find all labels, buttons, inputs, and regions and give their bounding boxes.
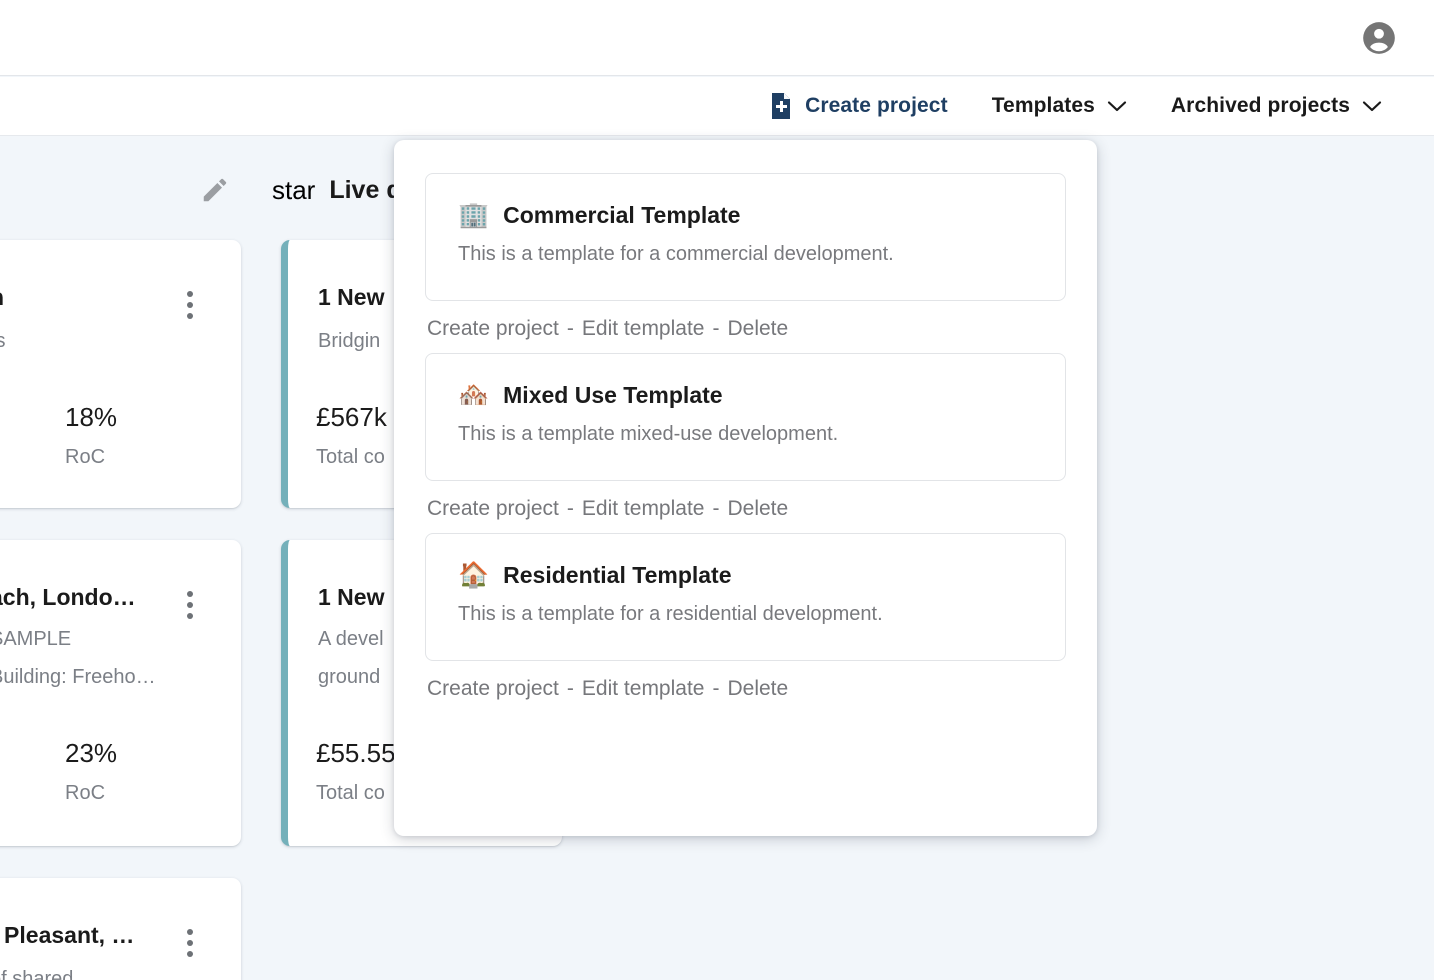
pencil-icon[interactable] [200, 175, 242, 205]
template-header: 🏘️ Mixed Use Template [458, 382, 1033, 409]
create-project-button[interactable]: Create project [747, 77, 970, 136]
card-kpi-label: RoC [65, 782, 106, 804]
card-kpi-value: 23% [65, 738, 118, 768]
chevron-down-icon [1107, 100, 1127, 113]
template-description: This is a template mixed-use development… [458, 423, 839, 445]
board-column-header-a: e [0, 159, 242, 221]
card-subtitle-secondary: ground [318, 666, 381, 688]
card-title: t Pleasant, … [0, 922, 135, 948]
project-card[interactable]: t Pleasant, … of shared [0, 878, 241, 980]
delete-template-link[interactable]: Delete [727, 317, 788, 341]
template-block: 🏘️ Mixed Use Template This is a template… [425, 353, 1066, 521]
template-actions: Create project - Edit template - Delete [425, 301, 1066, 341]
card-kpi-label: Total co [316, 782, 385, 804]
templates-dropdown-panel: 🏢 Commercial Template This is a template… [394, 140, 1097, 836]
card-subtitle: ts [0, 330, 6, 352]
action-bar: Create project Templates Archived projec… [0, 77, 1434, 136]
template-description: This is a template for a residential dev… [458, 603, 883, 625]
card-title: n [0, 284, 4, 311]
template-actions: Create project - Edit template - Delete [425, 661, 1066, 701]
card-kpi-value: £55.55 [316, 738, 396, 768]
template-name: Commercial Template [503, 202, 741, 228]
kebab-menu-icon[interactable] [187, 929, 193, 957]
edit-template-link[interactable]: Edit template [582, 497, 705, 521]
create-project-label: Create project [805, 94, 948, 117]
action-separator: - [566, 317, 574, 340]
card-subtitle: of shared [0, 968, 74, 980]
card-kpi-value: £567k [316, 402, 387, 432]
card-kpi-value: 18% [65, 402, 118, 432]
account-circle-icon[interactable] [1360, 19, 1398, 57]
action-separator: - [712, 677, 720, 700]
template-description: This is a template for a commercial deve… [458, 243, 894, 265]
edit-template-link[interactable]: Edit template [582, 317, 705, 341]
project-card[interactable]: n ts 18% RoC [0, 240, 241, 508]
card-subtitle: SAMPLE [0, 628, 72, 650]
template-card-residential[interactable]: 🏠 Residential Template This is a templat… [425, 533, 1066, 661]
card-subtitle: A devel [318, 628, 384, 650]
card-title: ach, Londo… [0, 584, 136, 610]
office-building-emoji-icon: 🏢 [458, 201, 490, 229]
archived-projects-label: Archived projects [1170, 94, 1350, 117]
house-emoji-icon: 🏠 [458, 561, 490, 589]
action-separator: - [712, 497, 720, 520]
chevron-down-icon [1362, 100, 1382, 113]
action-separator: - [566, 677, 574, 700]
action-separator: - [566, 497, 574, 520]
template-name: Residential Template [503, 562, 732, 588]
card-title: 1 New [318, 584, 385, 610]
star-icon: star [272, 175, 316, 205]
template-actions: Create project - Edit template - Delete [425, 481, 1066, 521]
edit-template-link[interactable]: Edit template [582, 677, 705, 701]
project-card[interactable]: ach, Londo… SAMPLE Building: Freeho… 23%… [0, 540, 241, 846]
houses-emoji-icon: 🏘️ [458, 381, 490, 409]
card-kpi-label: Total co [316, 446, 385, 468]
column-title-b: Live d [329, 175, 402, 204]
delete-template-link[interactable]: Delete [727, 677, 788, 701]
kebab-menu-icon[interactable] [187, 291, 193, 319]
app-root: Create project Templates Archived projec… [0, 0, 1434, 980]
create-project-link[interactable]: Create project [427, 317, 559, 341]
create-project-link[interactable]: Create project [427, 497, 559, 521]
template-block: 🏠 Residential Template This is a templat… [425, 533, 1066, 701]
delete-template-link[interactable]: Delete [727, 497, 788, 521]
document-plus-icon [769, 93, 793, 119]
top-bar [0, 0, 1434, 76]
template-header: 🏠 Residential Template [458, 562, 1033, 589]
create-project-link[interactable]: Create project [427, 677, 559, 701]
archived-projects-dropdown-button[interactable]: Archived projects [1149, 77, 1404, 136]
kebab-menu-icon[interactable] [187, 591, 193, 619]
card-kpi-label: RoC [65, 446, 106, 468]
card-subtitle-secondary: Building: Freeho… [0, 666, 156, 688]
board-column-header-b: star Live d [272, 159, 402, 221]
template-name: Mixed Use Template [503, 382, 723, 408]
template-card-mixed-use[interactable]: 🏘️ Mixed Use Template This is a template… [425, 353, 1066, 481]
template-card-commercial[interactable]: 🏢 Commercial Template This is a template… [425, 173, 1066, 301]
action-separator: - [712, 317, 720, 340]
card-title: 1 New [318, 284, 385, 310]
templates-dropdown-button[interactable]: Templates [970, 77, 1149, 136]
template-header: 🏢 Commercial Template [458, 202, 1033, 229]
card-subtitle: Bridgin [318, 330, 381, 352]
templates-label: Templates [991, 94, 1095, 117]
template-block: 🏢 Commercial Template This is a template… [425, 173, 1066, 341]
